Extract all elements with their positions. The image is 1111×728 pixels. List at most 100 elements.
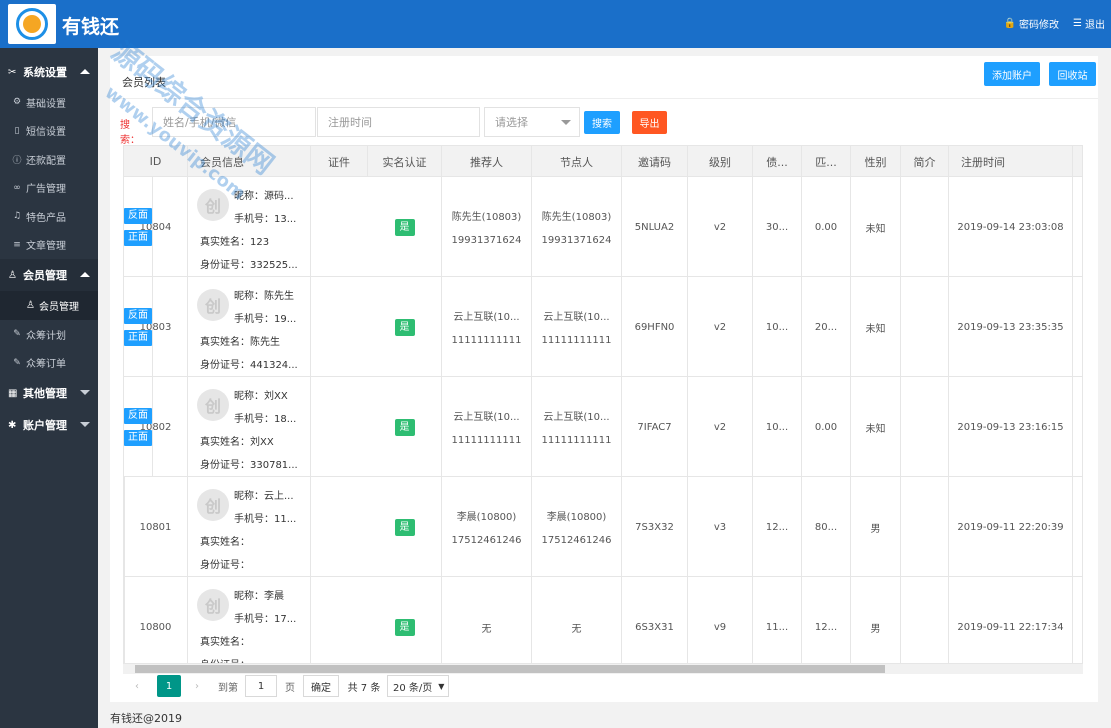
avatar: 创 — [197, 389, 229, 421]
column-header: 注册时间 — [949, 146, 1073, 177]
search-button[interactable]: 搜索 — [584, 111, 620, 134]
sidebar-item-crowdfund-plan[interactable]: ✎ 众筹计划 — [0, 320, 98, 349]
node-name: 李晨(10800) — [546, 512, 607, 523]
divider — [110, 98, 1098, 99]
sidebar-item-products[interactable]: ♫ 特色产品 — [0, 202, 98, 231]
recycle-bin-button[interactable]: 回收站 — [1049, 62, 1096, 86]
sidebar-item-sms[interactable]: ▯ 短信设置 — [0, 117, 98, 146]
id-front-button[interactable]: 正面 — [124, 430, 152, 446]
invite-code: 5NLUA2 — [634, 221, 675, 233]
phone-icon: ▯ — [14, 125, 20, 136]
debt-value: 11... — [765, 621, 789, 633]
table-cell: 未知 — [851, 377, 901, 477]
referrer-phone: 17512461246 — [451, 535, 522, 546]
next-page-button[interactable]: › — [189, 675, 205, 697]
verified-badge: 是 — [394, 418, 415, 436]
horizontal-scrollbar[interactable] — [123, 664, 1083, 674]
node-phone: 19931371624 — [541, 235, 612, 246]
member-realname: 真实姓名： — [200, 637, 250, 648]
verified-badge: 是 — [394, 518, 415, 536]
debt-value: 30... — [765, 221, 789, 233]
table-row[interactable]: 10801 创 昵称：云上... 手机号：11... 真实姓名： 身份证号： 是… — [124, 477, 1082, 577]
info-icon: ⓘ — [12, 155, 22, 166]
sidebar-item-ads[interactable]: ∞ 广告管理 — [0, 174, 98, 203]
page-number-input[interactable]: 1 — [245, 675, 277, 697]
register-date-input[interactable]: 注册时间 — [317, 107, 480, 137]
table-cell: 男 — [851, 577, 901, 663]
column-header: 证件 — [311, 146, 368, 177]
avatar: 创 — [197, 589, 229, 621]
table-cell: 李晨(10800) 17512461246 — [532, 477, 622, 577]
page-1-button[interactable]: 1 — [157, 675, 181, 697]
prev-page-button[interactable]: ‹ — [129, 675, 145, 697]
lock-icon: 🔒 — [1003, 18, 1017, 29]
referrer-phone: 11111111111 — [451, 335, 522, 346]
sidebar-group-account[interactable]: ✱ 账户管理 — [0, 409, 98, 441]
node-name: 陈先生(10803) — [541, 212, 612, 223]
page-size-select[interactable]: 20 条/页 ▼ — [387, 675, 449, 697]
table-cell — [1073, 277, 1082, 377]
member-phone: 手机号：11... — [234, 514, 297, 525]
table-cell: 5NLUA2 — [622, 177, 688, 277]
table-row[interactable]: 10802 创 昵称：刘XX 手机号：18... 真实姓名：刘XX 身份证号：3… — [124, 377, 1082, 477]
member-id: 10800 — [139, 621, 172, 633]
filter-select[interactable]: 请选择 — [484, 107, 580, 137]
page-unit-label: 页 — [285, 682, 295, 694]
sidebar-item-repay[interactable]: ⓘ 还款配置 — [0, 145, 98, 174]
table-cell: 20... — [802, 277, 851, 377]
referrer-name: 陈先生(10803) — [451, 212, 522, 223]
table-row[interactable]: 10804 创 昵称：源码... 手机号：13... 真实姓名：123 身份证号… — [124, 177, 1082, 277]
sidebar-item-member-manage[interactable]: ♙ 会员管理 — [0, 291, 98, 320]
scroll-thumb[interactable] — [135, 665, 885, 673]
id-back-button[interactable]: 反面 — [124, 208, 152, 224]
table-cell: 7S3X32 — [622, 477, 688, 577]
register-time: 2019-09-13 23:35:35 — [957, 321, 1064, 333]
node-name: 无 — [571, 623, 582, 635]
member-gender: 男 — [870, 623, 881, 635]
member-level: v3 — [713, 521, 727, 533]
verified-badge: 是 — [394, 318, 415, 336]
link-icon: ∞ — [13, 182, 21, 193]
table-row[interactable]: 10800 创 昵称：李晨 手机号：17... 真实姓名： 身份证号： 是 无 无 6… — [124, 577, 1082, 663]
id-front-button[interactable]: 正面 — [124, 230, 152, 246]
add-account-button[interactable]: 添加账户 — [984, 62, 1040, 86]
bell-icon: ♫ — [12, 211, 22, 222]
id-back-button[interactable]: 反面 — [124, 308, 152, 324]
chevron-up-icon — [80, 272, 90, 277]
member-nickname: 昵称：李晨 — [234, 591, 284, 602]
table-cell — [901, 177, 949, 277]
column-header: 匹... — [802, 146, 851, 177]
table-cell — [1073, 377, 1082, 477]
table-cell: v2 — [688, 277, 753, 377]
sidebar-item-crowdfund-order[interactable]: ✎ 众筹订单 — [0, 349, 98, 378]
id-back-button[interactable]: 反面 — [124, 408, 152, 424]
gear-icon: ⚙ — [12, 97, 22, 108]
sidebar-group-other[interactable]: ▦ 其他管理 — [0, 377, 98, 409]
table-cell: 是 — [368, 477, 442, 577]
table-cell: 是 — [368, 177, 442, 277]
keyword-input[interactable]: 姓名/手机/微信 — [152, 107, 316, 137]
sidebar-group-system[interactable]: ✂ 系统设置 — [0, 56, 98, 88]
confirm-page-button[interactable]: 确定 — [303, 675, 339, 697]
table-cell: v2 — [688, 377, 753, 477]
sidebar-item-basic[interactable]: ⚙ 基础设置 — [0, 88, 98, 117]
table-cell — [901, 477, 949, 577]
table-cell: 12... — [753, 477, 802, 577]
member-level: v2 — [713, 221, 727, 233]
table-cell — [901, 577, 949, 663]
export-button[interactable]: 导出 — [632, 111, 667, 134]
avatar: 创 — [197, 189, 229, 221]
table-cell — [1073, 577, 1082, 663]
logout-link[interactable]: ☰ 退出 — [1073, 16, 1105, 31]
member-gender: 未知 — [865, 423, 886, 435]
sidebar-group-members[interactable]: ♙ 会员管理 — [0, 259, 98, 291]
table-cell: 云上互联(10... 11111111111 — [442, 377, 532, 477]
table-row[interactable]: 10803 创 昵称：陈先生 手机号：19... 真实姓名：陈先生 身份证号：4… — [124, 277, 1082, 377]
verified-badge: 是 — [394, 618, 415, 636]
gear-icon: ✱ — [8, 419, 17, 431]
chevron-down-icon — [80, 422, 90, 427]
change-password-link[interactable]: 🔒 密码修改 — [1004, 16, 1059, 31]
member-gender: 未知 — [865, 223, 886, 235]
id-front-button[interactable]: 正面 — [124, 330, 152, 346]
sidebar-item-articles[interactable]: ≡ 文章管理 — [0, 231, 98, 260]
